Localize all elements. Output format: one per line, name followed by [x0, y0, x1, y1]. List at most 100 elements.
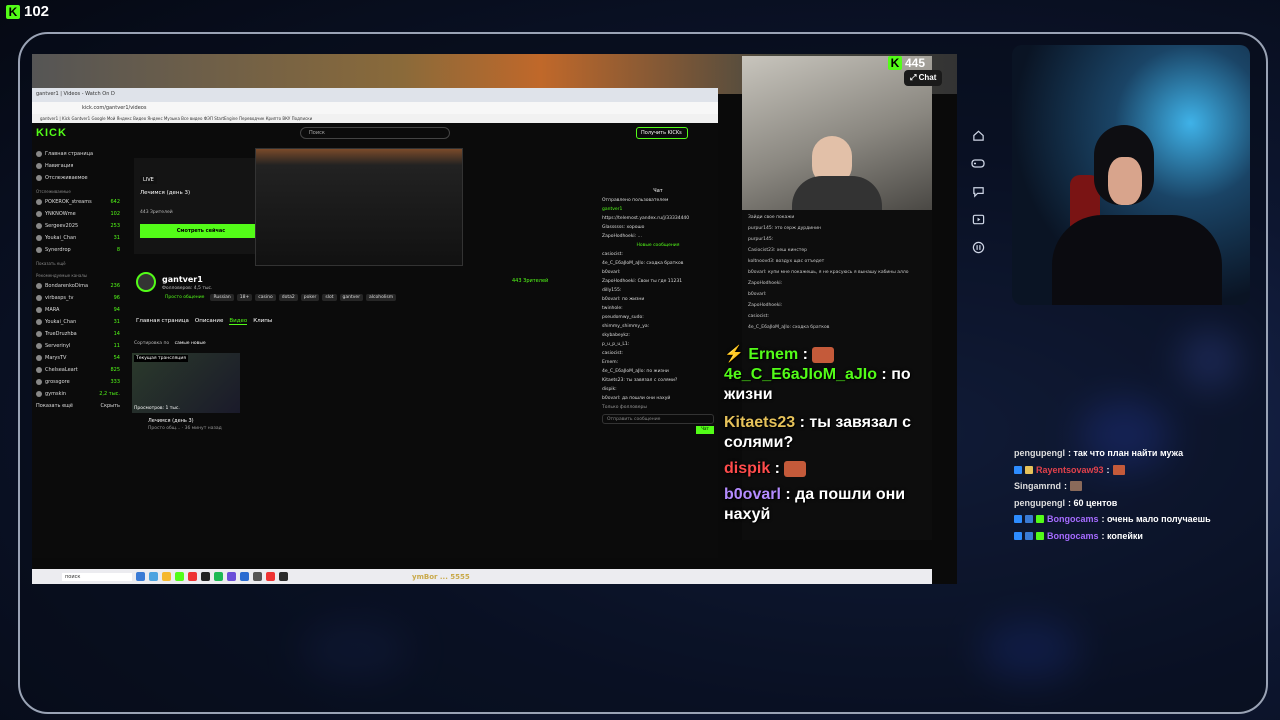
app-icon[interactable] — [253, 572, 262, 581]
sidebar-item-following[interactable]: Отслеживаемое — [32, 172, 124, 184]
badge-icon — [1025, 531, 1033, 540]
kick-logo-icon: K — [6, 4, 20, 19]
browser-tab[interactable]: gantver1 | Videos - Watch On D — [32, 88, 718, 102]
recommended-channel[interactable]: MarysTV 54 — [32, 352, 124, 364]
kick-header: KICK Поиск Получить KICKs — [32, 123, 718, 145]
recommended-channel[interactable]: grossgore 333 — [32, 376, 124, 388]
big-chat-message: ⚡ Ernem : — [724, 345, 944, 365]
video-meta: Просто общ... · 36 минут назад — [148, 426, 222, 431]
recommended-channel[interactable]: TrueDruzhba 14 — [32, 328, 124, 340]
followed-channel[interactable]: Sergeev2025 253 — [32, 220, 124, 232]
gamepad-icon[interactable] — [971, 156, 985, 170]
app-icon[interactable] — [188, 572, 197, 581]
app-icon[interactable] — [136, 572, 145, 581]
recommended-channel[interactable]: Serverinyl 11 — [32, 340, 124, 352]
app-icon[interactable] — [240, 572, 249, 581]
compass-icon — [36, 163, 42, 169]
avatar — [36, 379, 42, 385]
followed-channel[interactable]: Youkai_Chan 31 — [32, 232, 124, 244]
app-icon[interactable] — [201, 572, 210, 581]
followed-heading: Отслеживаемые — [36, 189, 71, 194]
channel-followers: Фолловеров: 4,5 тыс. — [162, 286, 213, 291]
recommended-channel[interactable]: BondarenkoDima 236 — [32, 280, 124, 292]
avatar — [36, 367, 42, 373]
watch-now-button[interactable]: Смотреть сейчас — [140, 224, 262, 238]
show-more-link[interactable]: Показать ещё — [32, 256, 124, 268]
crown-badge-icon — [1025, 465, 1033, 474]
video-title[interactable]: Лечимся (день 3) — [148, 418, 194, 424]
bookmarks-bar[interactable]: gantver1 | Kick Gantver1 Google Мой Янде… — [32, 114, 718, 123]
home-icon[interactable] — [971, 128, 985, 142]
tag[interactable]: casino — [255, 294, 276, 301]
kick-logo[interactable]: KICK — [36, 127, 67, 139]
pause-icon[interactable] — [971, 240, 985, 254]
chat-message: 4e_C_E6aJIoM_aJIo: сходка братков — [602, 261, 684, 266]
avatar — [36, 223, 42, 229]
recommended-channel[interactable]: gymskin 2,2 тыс. — [32, 388, 124, 400]
mod-badge-icon: ⚡ — [724, 346, 744, 363]
folder-icon[interactable] — [162, 572, 171, 581]
chat-message: casiocist: — [602, 252, 623, 257]
app-icon[interactable] — [279, 572, 288, 581]
tag[interactable]: gantver — [339, 294, 364, 301]
video-thumbnail[interactable]: Текущая трансляция Просмотров: 1 тыс. — [132, 353, 240, 413]
app-icon[interactable] — [266, 572, 275, 581]
emote-icon — [1112, 464, 1125, 475]
big-chat-message: dispik : — [724, 459, 944, 479]
stream-preview[interactable] — [255, 148, 463, 266]
hide-button[interactable]: Скрыть — [101, 403, 125, 409]
address-bar[interactable]: kick.com/gantver1/videos — [32, 102, 718, 114]
tag[interactable]: slot — [322, 294, 337, 301]
avatar — [36, 247, 42, 253]
tab-home[interactable]: Главная страница — [136, 318, 189, 325]
avatar — [36, 307, 42, 313]
avatar — [36, 355, 42, 361]
chat-icon[interactable] — [971, 184, 985, 198]
sort-control[interactable]: Сортировка по самые новые — [134, 341, 206, 346]
sidebar-item-browse[interactable]: Навигация — [32, 160, 124, 172]
channel-tags: Просто общение Russian 18+ casino dota2 … — [162, 294, 397, 301]
followed-channel[interactable]: Synerdrop 8 — [32, 244, 124, 256]
tab-about[interactable]: Описание — [195, 318, 223, 325]
avatar — [36, 211, 42, 217]
followed-channel[interactable]: YNKNOWme 102 — [32, 208, 124, 220]
chat-link[interactable]: https://telemost.yandex.ru/j/33334440 — [598, 214, 718, 223]
tag[interactable]: poker — [300, 294, 320, 301]
recommended-channel[interactable]: virbasps_tv 96 — [32, 292, 124, 304]
recommended-channel[interactable]: Youkai_Chan 31 — [32, 316, 124, 328]
tag[interactable]: alcoholism — [366, 294, 397, 301]
recommended-channel[interactable]: MARA 94 — [32, 304, 124, 316]
overlay-chat-message: Singamrnd: — [1014, 478, 1264, 495]
channel-avatar[interactable] — [136, 272, 156, 292]
show-more-button[interactable]: Показать ещё — [36, 403, 73, 409]
stream-card: LIVE Лечимся (день 3) 443 Зрителей Смотр… — [134, 158, 266, 254]
app-icon[interactable] — [149, 572, 158, 581]
tag[interactable]: 18+ — [236, 294, 253, 301]
chat-message: skybabeykz: — [602, 333, 630, 338]
tag[interactable]: Russian — [210, 294, 234, 301]
sidebar-footer: Показать ещё Скрыть — [32, 400, 124, 412]
search-input[interactable]: Поиск — [300, 127, 450, 139]
taskbar-search[interactable]: поиск — [62, 572, 132, 581]
app-icon[interactable] — [214, 572, 223, 581]
chat-message: Kitaets23: ты завязал с солями? — [602, 378, 678, 383]
sidebar-item-home[interactable]: Главная страница — [32, 148, 124, 160]
windows-taskbar: поиск ymBor ... 5555 — [32, 569, 932, 584]
app-icon[interactable] — [227, 572, 236, 581]
followed-channel[interactable]: POKEROK_streams 642 — [32, 196, 124, 208]
kick-app-icon[interactable] — [175, 572, 184, 581]
tab-videos[interactable]: Видео — [229, 318, 248, 325]
category-tag[interactable]: Просто общение — [162, 294, 207, 301]
video-icon[interactable] — [971, 212, 985, 226]
get-kicks-button[interactable]: Получить KICKs — [636, 127, 688, 139]
chat-toggle-button[interactable]: ⤢ Chat — [904, 70, 943, 86]
chat-message: Ernem: — [602, 360, 619, 365]
recommended-channel[interactable]: ChelseaLeart 825 — [32, 364, 124, 376]
tag[interactable]: dota2 — [278, 294, 298, 301]
chat-input[interactable]: Отправить сообщение — [602, 414, 714, 424]
overlay-chat-message: Bongocams: копейки — [1014, 528, 1264, 545]
tab-clips[interactable]: Клипы — [253, 318, 272, 325]
chat-message: Glassssss: хорошо — [602, 225, 645, 230]
channel-name[interactable]: gantver1 — [162, 275, 203, 284]
chat-send-button[interactable]: Чат — [696, 426, 714, 434]
